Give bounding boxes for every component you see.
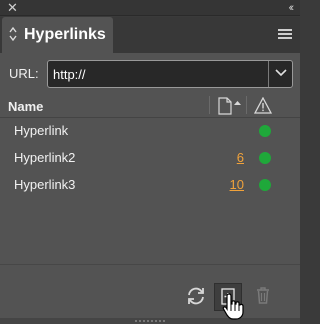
column-divider — [246, 96, 247, 114]
page-sort-icon[interactable] — [217, 96, 243, 116]
resize-grip[interactable] — [0, 318, 300, 324]
table-row[interactable]: Hyperlink3 10 — [0, 172, 300, 198]
tab-bar: Hyperlinks — [0, 17, 300, 53]
status-ok-icon — [259, 179, 271, 191]
hand-cursor-icon — [222, 293, 244, 320]
panel-top-strip: ✕ ‹‹ — [0, 0, 300, 16]
panel-footer — [0, 283, 300, 313]
url-dropdown-button[interactable] — [268, 61, 292, 87]
url-combobox[interactable] — [47, 60, 293, 88]
hyperlinks-panel: URL: Name Hyperlink Hyperl — [0, 53, 300, 324]
table-row[interactable]: Hyperlink2 6 — [0, 145, 300, 171]
url-row: URL: — [0, 60, 300, 88]
trash-icon[interactable] — [250, 283, 276, 309]
url-label: URL: — [9, 66, 39, 81]
collapse-icon[interactable]: ‹‹ — [289, 1, 295, 15]
warning-icon[interactable] — [254, 97, 272, 114]
hyperlink-name: Hyperlink2 — [14, 150, 76, 165]
close-icon[interactable]: ✕ — [7, 1, 18, 15]
tab-reorder-icon[interactable] — [9, 27, 17, 41]
url-input[interactable] — [48, 61, 268, 87]
status-ok-icon — [259, 152, 271, 164]
hyperlink-name: Hyperlink — [14, 123, 69, 138]
refresh-icon[interactable] — [183, 283, 209, 309]
tab-label: Hyperlinks — [24, 26, 106, 43]
tab-hyperlinks[interactable]: Hyperlinks — [2, 17, 113, 53]
list-divider — [0, 264, 300, 265]
table-header: Name — [0, 94, 300, 118]
page-link[interactable]: 10 — [230, 177, 244, 192]
chevron-down-icon — [275, 69, 287, 77]
panel-menu-icon[interactable] — [278, 29, 292, 40]
hyperlink-name: Hyperlink3 — [14, 177, 76, 192]
column-header-name[interactable]: Name — [8, 99, 43, 114]
page-link[interactable]: 6 — [237, 150, 244, 165]
status-ok-icon — [259, 125, 271, 137]
column-divider — [209, 96, 210, 114]
table-row[interactable]: Hyperlink — [0, 118, 300, 144]
